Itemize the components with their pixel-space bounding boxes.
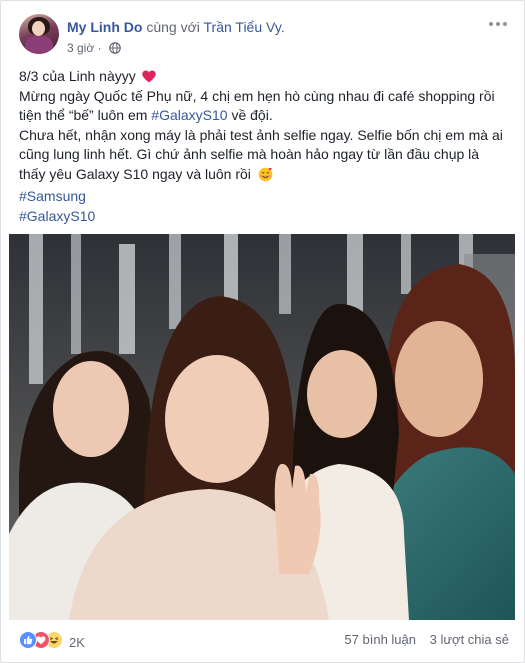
globe-icon[interactable] [109,42,121,57]
post-stats: 57 bình luận 3 lượt chia sẻ [344,632,509,647]
shares-count-link[interactable]: 3 lượt chia sẻ [430,632,509,647]
post-text-line: Chưa hết, nhận xong máy là phải test ảnh… [19,126,509,185]
post-footer: 2K 57 bình luận 3 lượt chia sẻ [19,628,509,650]
reaction-count[interactable]: 2K [69,635,85,650]
post-text-line: 8/3 của Linh nàyyy [19,67,509,87]
with-text: cùng với [146,19,200,35]
more-options-icon[interactable] [489,18,509,30]
post-text-line: #GalaxyS10 [19,207,509,227]
comments-count-link[interactable]: 57 bình luận [344,632,416,647]
tagged-user-link[interactable]: Trần Tiểu Vy [204,19,281,35]
red-heart-icon [141,69,156,83]
hashtag-link[interactable]: #GalaxyS10 [19,208,95,224]
text-line2b: về đội. [227,107,273,123]
smiling-face-with-hearts-icon [258,167,273,182]
like-icon [19,631,37,649]
post-text-line: Mừng ngày Quốc tế Phụ nữ, 4 chị em hẹn h… [19,87,509,126]
author-avatar[interactable] [19,14,59,54]
group-selfie-photo[interactable] [9,234,515,620]
post-text-line: #Samsung [19,187,509,207]
tagged-suffix: . [280,19,285,35]
hashtag-link[interactable]: #Samsung [19,188,86,204]
post-text: 8/3 của Linh nàyyy Mừng ngày Quốc tế Phụ… [19,67,509,226]
separator-dot: · [97,41,102,55]
post-title-line: My Linh Do cùng với Trần Tiểu Vy. [67,18,285,36]
text-line1: 8/3 của Linh nàyyy [19,68,136,84]
hashtag-link[interactable]: #GalaxyS10 [151,107,227,123]
post-card: My Linh Do cùng với Trần Tiểu Vy. 3 giờ … [0,0,525,663]
post-timestamp[interactable]: 3 giờ [67,41,94,55]
author-name-link[interactable]: My Linh Do [67,19,142,35]
post-meta: 3 giờ · [67,41,121,57]
post-header: My Linh Do cùng với Trần Tiểu Vy. 3 giờ … [19,14,509,58]
